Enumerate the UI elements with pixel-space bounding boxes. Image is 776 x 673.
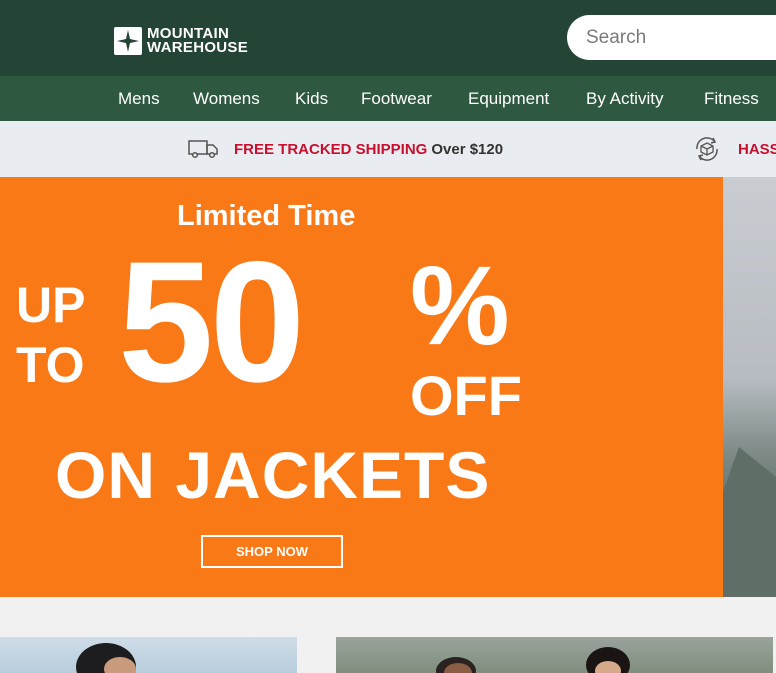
nav-item-mens[interactable]: Mens — [118, 76, 160, 121]
hero-to: TO — [16, 337, 85, 393]
hero-up: UP — [16, 277, 86, 333]
shipping-highlight: FREE TRACKED SHIPPING — [234, 140, 428, 158]
returns-box-icon — [692, 135, 722, 163]
category-tile-2[interactable] — [336, 637, 773, 673]
nav-item-fitness[interactable]: Fitness — [704, 76, 759, 121]
nav-item-equipment[interactable]: Equipment — [468, 76, 549, 121]
delivery-truck-icon — [188, 139, 218, 159]
people-photo-2 — [436, 647, 630, 673]
category-tile-1[interactable] — [0, 637, 297, 673]
mountain-image — [723, 447, 776, 597]
nav-item-kids[interactable]: Kids — [295, 76, 328, 121]
hero-discount-amount: 50 — [118, 226, 305, 418]
logo-line-2: WAREHOUSE — [147, 39, 249, 56]
brand-logo[interactable]: MOUNTAIN WAREHOUSE — [114, 26, 248, 56]
compass-star-icon — [114, 27, 142, 55]
shipping-usp: FREE TRACKED SHIPPING Over $120 — [188, 121, 503, 177]
search-box[interactable] — [567, 15, 776, 60]
usp-bar: FREE TRACKED SHIPPING Over $120 HASS — [0, 121, 776, 177]
hero-percent-sign: % — [410, 243, 510, 368]
returns-usp: HASS — [692, 121, 776, 177]
person-photo-1 — [76, 643, 136, 673]
search-input[interactable] — [586, 26, 776, 49]
hero-banner[interactable]: Limited Time UP TO 50 % OFF ON JACKETS S… — [0, 177, 723, 597]
logo-wordmark: MOUNTAIN WAREHOUSE — [147, 26, 249, 56]
hero-subject: ON JACKETS — [55, 438, 491, 512]
hero-side-image — [723, 177, 776, 597]
top-header: MOUNTAIN WAREHOUSE — [0, 0, 776, 76]
nav-item-womens[interactable]: Womens — [193, 76, 260, 121]
hero-off: OFF — [410, 364, 522, 427]
nav-item-by-activity[interactable]: By Activity — [586, 76, 663, 121]
shop-now-button[interactable]: SHOP NOW — [201, 535, 343, 568]
shipping-condition: Over $120 — [431, 140, 504, 158]
nav-item-footwear[interactable]: Footwear — [361, 76, 432, 121]
main-nav: Mens Womens Kids Footwear Equipment By A… — [0, 76, 776, 121]
returns-highlight: HASS — [738, 140, 776, 158]
